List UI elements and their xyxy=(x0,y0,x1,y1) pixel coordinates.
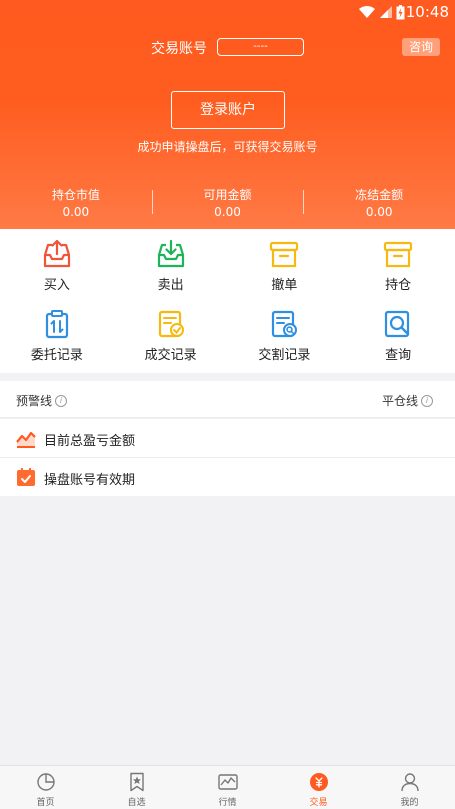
stat-label: 持仓市值 xyxy=(51,188,100,202)
action-order-records[interactable]: 委托记录 xyxy=(0,301,114,373)
tab-home[interactable]: 首页 xyxy=(0,766,91,809)
list-item-label: 目前总盈亏金额 xyxy=(44,434,136,449)
login-hint: 成功申请操盘后，可获得交易账号 xyxy=(137,140,318,154)
risk-lines-row: 预警线 i 平仓线 i xyxy=(0,381,455,418)
consult-button[interactable]: 咨询 xyxy=(402,38,440,56)
action-sell[interactable]: 卖出 xyxy=(114,229,228,301)
action-label: 卖出 xyxy=(157,278,184,293)
liquidation-line[interactable]: 平仓线 i xyxy=(382,392,433,409)
calendar-check-icon xyxy=(17,468,35,486)
login-button[interactable]: 登录账户 xyxy=(171,91,285,129)
clock: 10:48 xyxy=(405,3,449,21)
deal-record-icon xyxy=(158,310,184,338)
tab-market[interactable]: 行情 xyxy=(182,766,273,809)
sell-tray-icon xyxy=(157,239,184,268)
delivery-record-icon xyxy=(272,310,298,338)
query-search-icon xyxy=(385,310,410,338)
profit-trend-icon xyxy=(16,428,36,448)
action-delivery-records[interactable]: 交割记录 xyxy=(228,301,342,373)
action-label: 撤单 xyxy=(271,278,298,293)
action-label: 持仓 xyxy=(385,278,412,293)
warning-line[interactable]: 预警线 i xyxy=(16,392,68,409)
bottom-tab-bar: 首页 自选 行情 交易 我的 xyxy=(0,765,455,809)
stat-value: 0.00 xyxy=(214,205,241,219)
trade-coin-icon xyxy=(309,773,328,791)
user-icon xyxy=(400,773,419,792)
tab-label: 首页 xyxy=(36,798,55,808)
action-label: 买入 xyxy=(43,278,70,293)
list-item-total-profit-loss[interactable]: 目前总盈亏金额 xyxy=(0,419,455,458)
position-box-icon xyxy=(384,241,413,268)
order-record-icon xyxy=(45,310,68,339)
trade-actions-grid: 买入 卖出 撤单 持仓 委托记录 成交记录 交割记录 查询 xyxy=(0,229,455,373)
action-buy[interactable]: 买入 xyxy=(0,229,114,301)
info-icon[interactable]: i xyxy=(421,394,433,407)
battery-icon xyxy=(396,4,405,19)
market-chart-icon xyxy=(217,774,238,790)
buy-tray-icon xyxy=(43,239,70,268)
tab-profile[interactable]: 我的 xyxy=(364,766,455,809)
action-label: 交割记录 xyxy=(258,348,311,363)
stat-value: 0.00 xyxy=(365,205,393,219)
list-item-label: 操盘账号有效期 xyxy=(44,473,136,488)
tab-trade[interactable]: 交易 xyxy=(273,766,364,809)
action-deal-records[interactable]: 成交记录 xyxy=(114,301,228,373)
stat-label: 冻结金额 xyxy=(355,188,404,202)
signal-icon xyxy=(380,6,392,18)
list-item-account-validity[interactable]: 操盘账号有效期 xyxy=(0,458,455,496)
tab-watchlist[interactable]: 自选 xyxy=(91,766,182,809)
bookmark-star-icon xyxy=(129,772,144,792)
status-bar: 10:48 xyxy=(0,0,455,24)
action-cancel-order[interactable]: 撤单 xyxy=(228,229,342,301)
action-label: 委托记录 xyxy=(30,348,83,363)
account-label: 交易账号 xyxy=(151,41,207,57)
tab-label: 我的 xyxy=(400,798,419,808)
warning-line-label: 预警线 xyxy=(16,394,53,408)
tab-label: 行情 xyxy=(218,798,237,808)
liquidation-line-label: 平仓线 xyxy=(381,394,418,408)
stat-label: 可用金额 xyxy=(203,188,252,202)
tab-label: 交易 xyxy=(309,798,328,808)
action-positions[interactable]: 持仓 xyxy=(341,229,455,301)
stat-value: 0.00 xyxy=(62,205,90,219)
stat-market-value: 持仓市值 0.00 xyxy=(0,188,152,220)
account-number-box[interactable]: ---- xyxy=(217,38,304,56)
wifi-icon xyxy=(359,5,375,18)
stat-frozen: 冻结金额 0.00 xyxy=(303,188,455,220)
account-row: 交易账号 ---- 咨询 xyxy=(0,36,455,58)
account-stats: 持仓市值 0.00 可用金额 0.00 冻结金额 0.00 xyxy=(0,188,455,220)
cancel-box-icon xyxy=(270,241,299,268)
account-header: 10:48 交易账号 ---- 咨询 登录账户 成功申请操盘后，可获得交易账号 … xyxy=(0,0,455,229)
status-icons xyxy=(358,4,405,20)
stat-available: 可用金额 0.00 xyxy=(151,188,304,220)
info-icon[interactable]: i xyxy=(55,394,68,407)
action-label: 查询 xyxy=(385,348,412,363)
tab-label: 自选 xyxy=(127,798,146,808)
pie-chart-icon xyxy=(36,773,55,791)
action-label: 成交记录 xyxy=(144,348,197,363)
action-query[interactable]: 查询 xyxy=(341,301,455,373)
